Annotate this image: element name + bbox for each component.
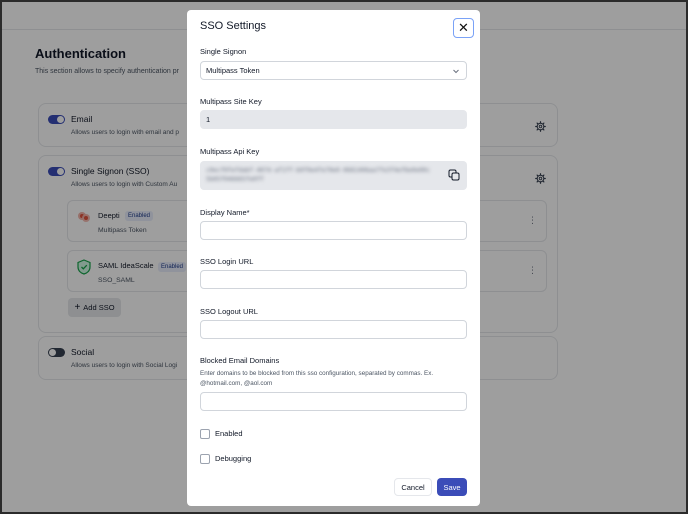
blocked-domains-label: Blocked Email Domains	[200, 356, 280, 365]
blocked-domains-input[interactable]	[200, 392, 467, 411]
login-url-label: SSO Login URL	[200, 257, 254, 266]
blocked-domains-help: Enter domains to be blocked from this ss…	[200, 370, 434, 387]
debugging-checkbox[interactable]	[200, 454, 210, 464]
api-key-value: c0ecf0fefdabf-4074-af1ff-b0f0e4fe70e0-06…	[206, 167, 430, 183]
site-key-label: Multipass Site Key	[200, 97, 262, 106]
app-window: Authentication This section allows to sp…	[0, 0, 688, 514]
api-key-label: Multipass Api Key	[200, 147, 260, 156]
enabled-label: Enabled	[215, 429, 243, 438]
save-button[interactable]: Save	[437, 478, 467, 496]
debugging-label: Debugging	[215, 454, 252, 463]
site-key-value: 1	[206, 115, 211, 124]
enabled-checkbox[interactable]	[200, 429, 210, 439]
logout-url-input[interactable]	[200, 320, 467, 339]
chevron-down-icon	[453, 69, 459, 74]
cancel-button[interactable]: Cancel	[394, 478, 432, 496]
close-icon: ✕	[458, 20, 469, 35]
site-key-field: 1	[200, 110, 467, 129]
close-button[interactable]: ✕	[453, 18, 474, 38]
logout-url-label: SSO Logout URL	[200, 307, 258, 316]
sso-settings-dialog: SSO Settings ✕ Single Signon Multipass T…	[187, 10, 480, 506]
display-name-label: Display Name*	[200, 208, 250, 217]
dialog-title: SSO Settings	[200, 20, 267, 32]
copy-icon[interactable]	[448, 169, 460, 181]
api-key-field: c0ecf0fefdabf-4074-af1ff-b0f0e4fe70e0-06…	[200, 161, 467, 190]
single-signon-label: Single Signon	[200, 47, 247, 56]
display-name-input[interactable]	[200, 221, 467, 240]
single-signon-value: Multipass Token	[206, 66, 260, 75]
single-signon-select[interactable]: Multipass Token	[200, 61, 467, 80]
login-url-input[interactable]	[200, 270, 467, 289]
